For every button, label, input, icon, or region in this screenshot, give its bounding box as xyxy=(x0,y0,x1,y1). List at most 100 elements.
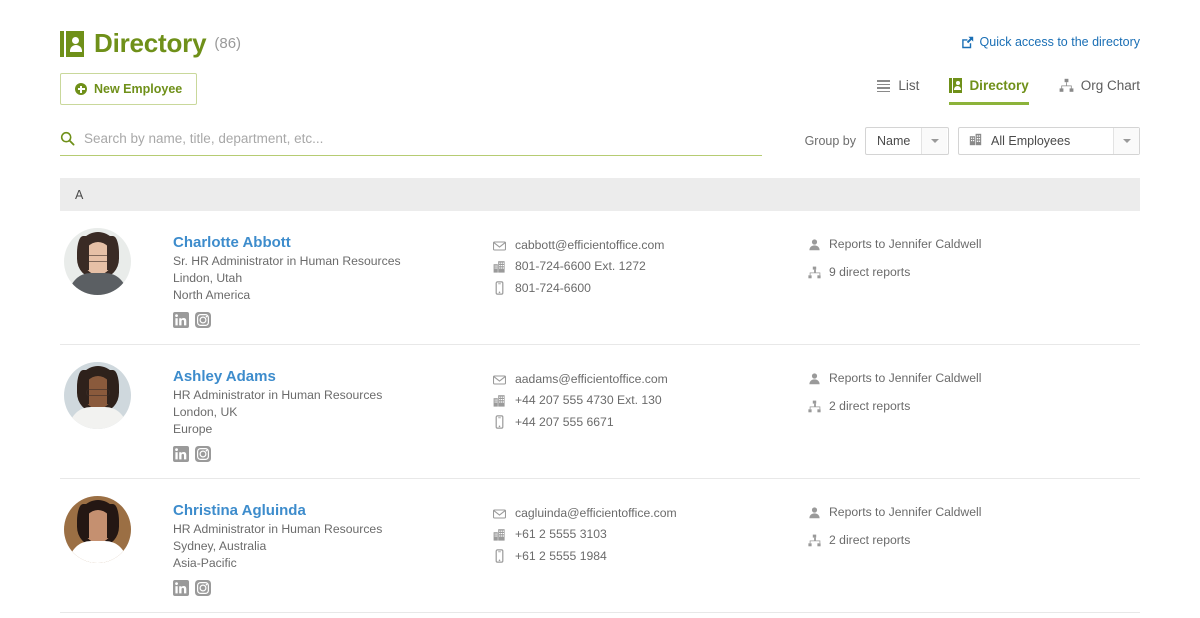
employee-location: London, UK xyxy=(173,404,493,421)
work-phone-row: 801-724-6600 Ext. 1272 xyxy=(493,258,808,275)
work-phone-value: +44 207 555 4730 Ext. 130 xyxy=(515,392,662,409)
reports-to-value: Reports to Jennifer Caldwell xyxy=(829,505,981,519)
employee-contact: cagluinda@efficientoffice.com +61 2 5555 … xyxy=(493,502,808,612)
reports-to-row[interactable]: Reports to Jennifer Caldwell xyxy=(808,505,1140,519)
group-by-label: Group by xyxy=(805,134,856,148)
search-row: Group by Name xyxy=(60,131,1140,156)
mobile-phone-icon xyxy=(493,281,506,295)
direct-reports-value: 2 direct reports xyxy=(829,533,910,547)
plus-circle-icon xyxy=(75,83,87,95)
reports-to-row[interactable]: Reports to Jennifer Caldwell xyxy=(808,237,1140,251)
directory-page: Directory (86) Quick access to the direc… xyxy=(0,0,1200,618)
new-employee-label: New Employee xyxy=(94,82,182,96)
employee-region: Asia-Pacific xyxy=(173,555,493,572)
employee-name-link[interactable]: Charlotte Abbott xyxy=(173,234,493,253)
person-icon xyxy=(808,372,821,385)
tab-directory[interactable]: Directory xyxy=(949,78,1028,105)
avatar[interactable] xyxy=(64,496,131,563)
search-input[interactable] xyxy=(84,131,762,146)
title-row: Directory (86) xyxy=(60,0,1140,59)
avatar[interactable] xyxy=(64,362,131,429)
employee-name-link[interactable]: Christina Agluinda xyxy=(173,502,493,521)
mobile-phone-row: +44 207 555 6671 xyxy=(493,414,808,431)
direct-reports-value: 9 direct reports xyxy=(829,265,910,279)
email-row[interactable]: aadams@efficientoffice.com xyxy=(493,371,808,388)
email-value: aadams@efficientoffice.com xyxy=(515,371,668,388)
chevron-down-icon[interactable] xyxy=(1113,128,1139,154)
employee-name-link[interactable]: Ashley Adams xyxy=(173,368,493,387)
chevron-down-icon[interactable] xyxy=(921,128,947,154)
search-field-wrapper[interactable] xyxy=(60,131,762,156)
section-letter: A xyxy=(75,188,83,202)
section-header-a: A xyxy=(60,178,1140,211)
employee-location: Sydney, Australia xyxy=(173,538,493,555)
hierarchy-icon xyxy=(808,266,821,279)
mobile-phone-value: +44 207 555 6671 xyxy=(515,414,614,431)
tab-org-chart[interactable]: Org Chart xyxy=(1059,78,1140,105)
reports-to-value: Reports to Jennifer Caldwell xyxy=(829,371,981,385)
direct-reports-value: 2 direct reports xyxy=(829,399,910,413)
mobile-phone-value: 801-724-6600 xyxy=(515,280,591,297)
mobile-phone-icon xyxy=(493,549,506,563)
tab-list-label: List xyxy=(898,78,919,93)
direct-reports-row[interactable]: 2 direct reports xyxy=(808,533,1140,547)
mobile-phone-row: 801-724-6600 xyxy=(493,280,808,297)
envelope-icon xyxy=(493,507,506,521)
direct-reports-row[interactable]: 2 direct reports xyxy=(808,399,1140,413)
tab-list[interactable]: List xyxy=(876,78,919,105)
directory-card-icon xyxy=(949,78,962,93)
work-phone-row: +44 207 555 4730 Ext. 130 xyxy=(493,392,808,409)
hierarchy-icon xyxy=(808,400,821,413)
reports-to-value: Reports to Jennifer Caldwell xyxy=(829,237,981,251)
view-tabs: List Directory Org Cha xyxy=(876,78,1140,105)
employee-filter-select[interactable]: All Employees xyxy=(958,127,1140,155)
linkedin-icon[interactable] xyxy=(173,446,189,462)
employee-region: North America xyxy=(173,287,493,304)
employee-relationships: Reports to Jennifer Caldwell 9 direct rep… xyxy=(808,234,1140,344)
list-lines-icon xyxy=(876,78,891,93)
instagram-icon[interactable] xyxy=(195,580,211,596)
office-phone-icon xyxy=(493,394,506,408)
new-employee-button[interactable]: New Employee xyxy=(60,73,197,105)
employee-relationships: Reports to Jennifer Caldwell 2 direct rep… xyxy=(808,368,1140,478)
employee-filter-value: All Employees xyxy=(980,134,1081,148)
office-phone-icon xyxy=(493,528,506,542)
employee-info: Charlotte AbbottSr. HR Administrator in … xyxy=(173,234,493,344)
email-value: cagluinda@efficientoffice.com xyxy=(515,505,677,522)
email-value: cabbott@efficientoffice.com xyxy=(515,237,664,254)
avatar[interactable] xyxy=(64,228,131,295)
employee-contact: cabbott@efficientoffice.com 801-724-6600 … xyxy=(493,234,808,344)
person-icon xyxy=(808,506,821,519)
instagram-icon[interactable] xyxy=(195,312,211,328)
employee-title: HR Administrator in Human Resources xyxy=(173,387,493,404)
envelope-icon xyxy=(493,373,506,387)
work-phone-value: 801-724-6600 Ext. 1272 xyxy=(515,258,646,275)
instagram-icon[interactable] xyxy=(195,446,211,462)
employee-row: Charlotte AbbottSr. HR Administrator in … xyxy=(60,211,1140,345)
envelope-icon xyxy=(493,239,506,253)
employee-title: Sr. HR Administrator in Human Resources xyxy=(173,253,493,270)
mobile-phone-icon xyxy=(493,415,506,429)
group-by-area: Group by Name xyxy=(805,127,1140,155)
employee-count: (86) xyxy=(214,35,241,52)
quick-access-link[interactable]: Quick access to the directory xyxy=(961,35,1140,49)
work-phone-value: +61 2 5555 3103 xyxy=(515,526,607,543)
page-title: Directory xyxy=(94,28,206,59)
office-phone-icon xyxy=(493,260,506,274)
employee-row: Christina AgluindaHR Administrator in Hu… xyxy=(60,479,1140,613)
external-link-icon xyxy=(961,36,974,49)
social-links xyxy=(173,580,493,596)
linkedin-icon[interactable] xyxy=(173,580,189,596)
tab-directory-label: Directory xyxy=(969,78,1028,93)
email-row[interactable]: cagluinda@efficientoffice.com xyxy=(493,505,808,522)
work-phone-row: +61 2 5555 3103 xyxy=(493,526,808,543)
social-links xyxy=(173,446,493,462)
group-by-select[interactable]: Name xyxy=(865,127,949,155)
email-row[interactable]: cabbott@efficientoffice.com xyxy=(493,237,808,254)
employee-contact: aadams@efficientoffice.com +44 207 555 47… xyxy=(493,368,808,478)
direct-reports-row[interactable]: 9 direct reports xyxy=(808,265,1140,279)
employee-location: Lindon, Utah xyxy=(173,270,493,287)
org-chart-icon xyxy=(1059,78,1074,93)
reports-to-row[interactable]: Reports to Jennifer Caldwell xyxy=(808,371,1140,385)
linkedin-icon[interactable] xyxy=(173,312,189,328)
